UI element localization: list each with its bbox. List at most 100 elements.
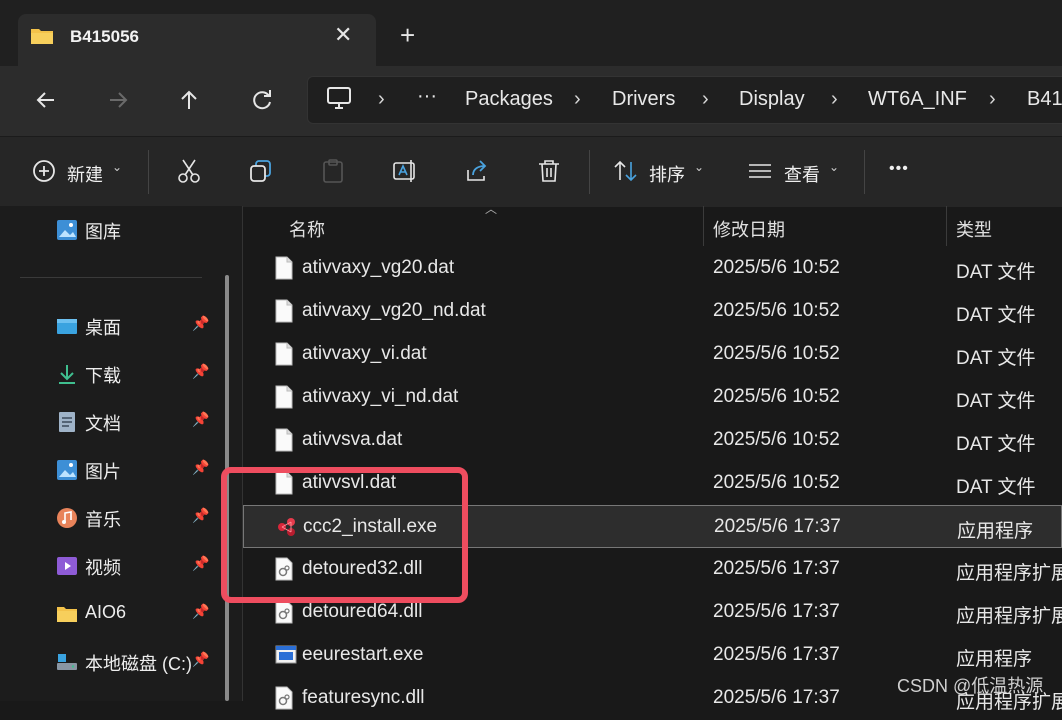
chevron-down-icon: ⌄ [112, 160, 123, 174]
file-modified-date: 2025/5/6 17:37 [713, 558, 840, 579]
back-button[interactable] [30, 84, 66, 116]
more-options-button[interactable]: ••• [889, 160, 909, 178]
sidebar-item-drive-c[interactable]: 本地磁盘 (C:) 📌 [56, 648, 216, 678]
file-row[interactable]: eeurestart.exe 2025/5/6 17:37 应用程序 [243, 634, 1062, 677]
sidebar-item-desktop[interactable]: 桌面 📌 [56, 312, 216, 342]
arrow-left-icon [36, 92, 54, 108]
close-icon[interactable]: ✕ [334, 24, 352, 46]
arrow-up-icon [181, 90, 197, 109]
file-type: 应用程序扩展 [956, 563, 1062, 584]
sidebar-item-pictures[interactable]: 图片 📌 [56, 456, 216, 486]
breadcrumb-item[interactable]: B41 [1027, 88, 1062, 111]
pictures-icon [56, 459, 78, 481]
chevron-right-icon: › [378, 88, 385, 110]
breadcrumb-more[interactable]: ··· [417, 85, 437, 108]
sidebar-item-label: 图库 [85, 222, 121, 242]
paste-icon[interactable] [320, 158, 346, 184]
column-divider[interactable] [703, 206, 704, 246]
sidebar-item-label: 本地磁盘 (C:) [85, 654, 192, 674]
sort-icon[interactable] [612, 158, 640, 184]
sidebar-item-label: 桌面 [85, 318, 121, 338]
sidebar-item-label: 视频 [85, 558, 121, 578]
arrow-right-icon [110, 92, 128, 108]
pin-icon: 📌 [192, 411, 210, 427]
breadcrumb-item[interactable]: Drivers [612, 88, 675, 111]
breadcrumb-item[interactable]: Display [739, 88, 805, 111]
file-type: 应用程序 [957, 521, 1034, 542]
sidebar-item-label: 文档 [85, 414, 121, 434]
file-type: 应用程序 [956, 649, 1033, 670]
file-icon [275, 299, 293, 323]
file-name: detoured64.dll [302, 601, 423, 622]
file-row[interactable]: ativvaxy_vi.dat 2025/5/6 10:52 DAT 文件 [243, 333, 1062, 376]
tab-title: B415056 [70, 27, 140, 46]
sort-button[interactable]: 排序 [649, 161, 685, 187]
column-header-type[interactable]: 类型 [956, 216, 992, 242]
file-modified-date: 2025/5/6 10:52 [713, 300, 840, 321]
file-modified-date: 2025/5/6 10:52 [713, 429, 840, 450]
sidebar-item-label: AIO6 [85, 602, 127, 622]
file-name: eeurestart.exe [302, 644, 424, 665]
folder-icon [30, 26, 54, 46]
column-divider[interactable] [946, 206, 947, 246]
chevron-right-icon: › [831, 88, 838, 110]
document-icon [56, 411, 78, 433]
up-button[interactable] [173, 84, 209, 116]
video-icon [56, 555, 78, 577]
file-modified-date: 2025/5/6 10:52 [713, 472, 840, 493]
highlight-annotation [221, 467, 468, 603]
sidebar-item-music[interactable]: 音乐 📌 [56, 504, 216, 534]
sidebar-item-gallery[interactable]: 图库 [56, 216, 216, 246]
sidebar-item-aio6[interactable]: AIO6 📌 [56, 600, 216, 630]
view-button[interactable]: 查看 [784, 161, 820, 187]
pin-icon: 📌 [192, 363, 210, 379]
drive-icon [56, 651, 78, 673]
file-modified-date: 2025/5/6 10:52 [713, 386, 840, 407]
sidebar-item-label: 下载 [85, 366, 121, 386]
column-header-date[interactable]: 修改日期 [713, 216, 785, 242]
forward-button[interactable] [102, 84, 138, 116]
rename-icon[interactable] [392, 158, 418, 184]
file-icon [275, 256, 293, 280]
chevron-right-icon: › [989, 88, 996, 110]
file-row[interactable]: ativvaxy_vg20_nd.dat 2025/5/6 10:52 DAT 文件 [243, 290, 1062, 333]
exe-icon [275, 643, 297, 667]
plus-circle-icon[interactable] [31, 158, 57, 184]
watermark: CSDN @低温热源 [897, 676, 1044, 696]
sidebar-item-videos[interactable]: 视频 📌 [56, 552, 216, 582]
sidebar-item-downloads[interactable]: 下载 📌 [56, 360, 216, 390]
sidebar-item-label: 音乐 [85, 510, 121, 530]
toolbar-divider [864, 150, 865, 194]
breadcrumb-item[interactable]: WT6A_INF [868, 88, 967, 111]
file-name: ativvaxy_vi.dat [302, 343, 427, 364]
chevron-right-icon: › [702, 88, 709, 110]
sidebar-item-label: 图片 [85, 462, 121, 482]
file-type: DAT 文件 [956, 434, 1036, 455]
monitor-icon[interactable] [326, 86, 352, 110]
cut-icon[interactable] [176, 158, 202, 184]
new-tab-button[interactable]: + [400, 22, 415, 48]
file-modified-date: 2025/5/6 10:52 [713, 343, 840, 364]
column-header-name[interactable]: 名称 [289, 216, 325, 242]
file-type: DAT 文件 [956, 348, 1036, 369]
gallery-icon [56, 219, 78, 241]
view-icon[interactable] [747, 158, 773, 184]
file-row[interactable]: ativvsva.dat 2025/5/6 10:52 DAT 文件 [243, 419, 1062, 462]
file-row[interactable]: ativvaxy_vg20.dat 2025/5/6 10:52 DAT 文件 [243, 247, 1062, 290]
refresh-button[interactable] [246, 84, 282, 116]
pin-icon: 📌 [192, 507, 210, 523]
sort-ascending-icon: ︿ [485, 202, 498, 216]
share-icon[interactable] [464, 158, 490, 184]
sidebar-item-documents[interactable]: 文档 📌 [56, 408, 216, 438]
copy-icon[interactable] [248, 158, 274, 184]
file-row[interactable]: ativvaxy_vi_nd.dat 2025/5/6 10:52 DAT 文件 [243, 376, 1062, 419]
desktop-icon [56, 315, 78, 337]
file-name: ativvaxy_vg20_nd.dat [302, 300, 486, 321]
file-name: featuresync.dll [302, 687, 425, 708]
file-modified-date: 2025/5/6 17:37 [714, 516, 841, 537]
file-type: 应用程序扩展 [956, 606, 1062, 627]
breadcrumb-item[interactable]: Packages [465, 88, 553, 111]
file-modified-date: 2025/5/6 17:37 [713, 644, 840, 665]
new-button[interactable]: 新建 [67, 161, 103, 187]
delete-icon[interactable] [536, 158, 562, 184]
